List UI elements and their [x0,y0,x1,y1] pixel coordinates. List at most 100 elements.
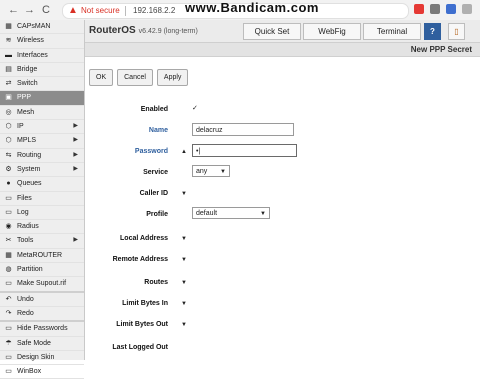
form-row-name: Name delacruz [85,122,480,142]
sidebar-item-routing[interactable]: ⇆ Routing ▶ [0,149,84,163]
sidebar-item-label: WinBox [17,368,42,376]
sidebar-item-label: Redo [17,309,34,317]
tab-terminal[interactable]: Terminal [363,23,421,40]
service-select[interactable]: any ▼ [192,165,230,177]
sidebar-item-safe-mode[interactable]: ☂ Safe Mode [0,337,84,351]
menu-icon[interactable] [462,4,472,14]
extension-icon[interactable] [414,4,424,14]
local-address-label: Local Address [120,235,168,242]
sidebar: ▦ CAPsMAN ≋ Wireless ▬ Interfaces ▤ Bridge ⇄… [0,20,85,379]
tab-quick-set[interactable]: Quick Set [243,23,301,40]
sidebar-item-label: Queues [17,180,42,188]
chevron-right-icon: ▶ [73,123,78,130]
sidebar-item-hide-passwords[interactable]: ▭ Hide Passwords [0,322,84,337]
sidebar-item-partition[interactable]: ◍ Partition [0,263,84,278]
chevron-down-icon[interactable]: ▼ [181,257,187,263]
ok-button[interactable]: OK [89,69,114,86]
url-text: 192.168.2.2 [133,6,176,15]
enabled-label: Enabled [140,106,168,113]
logout-icon[interactable]: ▯ [448,23,465,40]
sidebar-item-label: Mesh [17,108,35,116]
caller-id-label: Caller ID [139,190,168,197]
sidebar-item-label: Interfaces [17,51,48,59]
sidebar-item-redo[interactable]: ↷ Redo [0,307,84,323]
sidebar-item-files[interactable]: ▭ Files [0,192,84,206]
chevron-down-icon[interactable]: ▼ [181,322,187,328]
undo-icon: ↶ [5,295,12,303]
sidebar-item-label: Tools [17,237,34,245]
sidebar-item-log[interactable]: ▭ Log [0,206,84,221]
password-input[interactable]: •| [192,144,297,157]
interfaces-icon: ▬ [5,51,12,59]
sidebar-item-metarouter[interactable]: ▦ MetaROUTER [0,249,84,264]
chevron-down-icon[interactable]: ▼ [181,280,187,286]
back-icon[interactable]: ← [8,3,19,17]
enabled-checkbox[interactable]: ✓ [192,105,200,113]
chevron-down-icon[interactable]: ▼ [181,236,187,242]
hide-passwords-icon: ▭ [5,325,12,333]
apply-button[interactable]: Apply [156,69,189,86]
help-button[interactable]: ? [424,23,441,40]
version-label: v6.42.9 (long-term) [138,28,198,35]
sidebar-item-mpls[interactable]: ⬡ MPLS ▶ [0,134,84,149]
sidebar-item-ppp[interactable]: ▣ PPP [0,91,84,106]
brand-title: RouterOS v6.42.9 (long-term) [89,25,198,36]
sidebar-item-label: Switch [17,80,38,88]
switch-icon: ⇄ [5,80,12,88]
chevron-right-icon: ▶ [73,137,78,144]
sidebar-item-winbox[interactable]: ▭ WinBox [0,365,84,379]
sidebar-item-wireless[interactable]: ≋ Wireless [0,34,84,49]
name-input[interactable]: delacruz [192,123,294,136]
warning-icon: ▲ [68,5,78,16]
form-row-local-address: Local Address ▼ [85,230,480,250]
sidebar-item-label: Routing [17,151,42,159]
sidebar-item-tools[interactable]: ✂ Tools ▶ [0,234,84,249]
sidebar-item-mesh[interactable]: ◎ Mesh [0,106,84,121]
app-header: RouterOS v6.42.9 (long-term) Quick Set We… [85,20,480,43]
limit-bytes-out-label: Limit Bytes Out [116,321,168,328]
sidebar-item-label: Hide Passwords [17,325,68,333]
sidebar-item-queues[interactable]: ● Queues [0,177,84,192]
profile-select[interactable]: default ▼ [192,207,270,219]
sidebar-item-label: Partition [17,266,43,274]
service-label: Service [143,169,168,176]
sidebar-item-label: Make Supout.rif [17,280,67,288]
remote-address-label: Remote Address [112,256,168,263]
umbrella-icon: ☂ [5,339,12,347]
caret-up-icon[interactable]: ▲ [181,149,187,155]
sidebar-item-design-skin[interactable]: ▭ Design Skin [0,351,84,366]
forward-icon[interactable]: → [24,3,35,17]
not-secure-label: Not secure [81,6,120,15]
sidebar-item-radius[interactable]: ◉ Radius [0,220,84,235]
sidebar-item-ip[interactable]: ⬡ IP ▶ [0,120,84,135]
sidebar-item-capsman[interactable]: ▦ CAPsMAN [0,20,84,35]
queues-icon: ● [6,180,11,188]
sidebar-item-label: MPLS [17,137,37,145]
extension-icon[interactable] [430,4,440,14]
sidebar-item-label: CAPsMAN [17,23,51,30]
reload-icon[interactable]: C [42,3,50,17]
profile-label: Profile [146,211,168,218]
profile-icon[interactable] [446,4,456,14]
form-row-limit-bytes-in: Limit Bytes In ▼ [85,295,480,315]
sidebar-item-make-supout[interactable]: ▭ Make Supout.rif [0,277,84,293]
sidebar-item-system[interactable]: ⚙ System ▶ [0,163,84,178]
chevron-down-icon[interactable]: ▼ [181,301,187,307]
form-row-routes: Routes ▼ [85,274,480,294]
chevron-down-icon[interactable]: ▼ [181,191,187,197]
sidebar-item-label: Files [17,194,32,202]
sidebar-item-interfaces[interactable]: ▬ Interfaces [0,49,84,63]
sidebar-item-undo[interactable]: ↶ Undo [0,293,84,307]
sidebar-item-switch[interactable]: ⇄ Switch [0,77,84,92]
form-row-remote-address: Remote Address ▼ [85,251,480,271]
form-row-service: Service any ▼ [85,164,480,184]
cancel-button[interactable]: Cancel [117,69,153,86]
address-separator [125,6,126,16]
chevron-down-icon: ▼ [220,169,226,175]
tab-webfig[interactable]: WebFig [303,23,361,40]
form-row-limit-bytes-out: Limit Bytes Out ▼ [85,316,480,336]
form-row-password: Password ▲ •| [85,143,480,163]
metarouter-icon: ▦ [5,251,12,259]
sidebar-item-label: Radius [17,223,39,231]
sidebar-item-bridge[interactable]: ▤ Bridge [0,63,84,78]
